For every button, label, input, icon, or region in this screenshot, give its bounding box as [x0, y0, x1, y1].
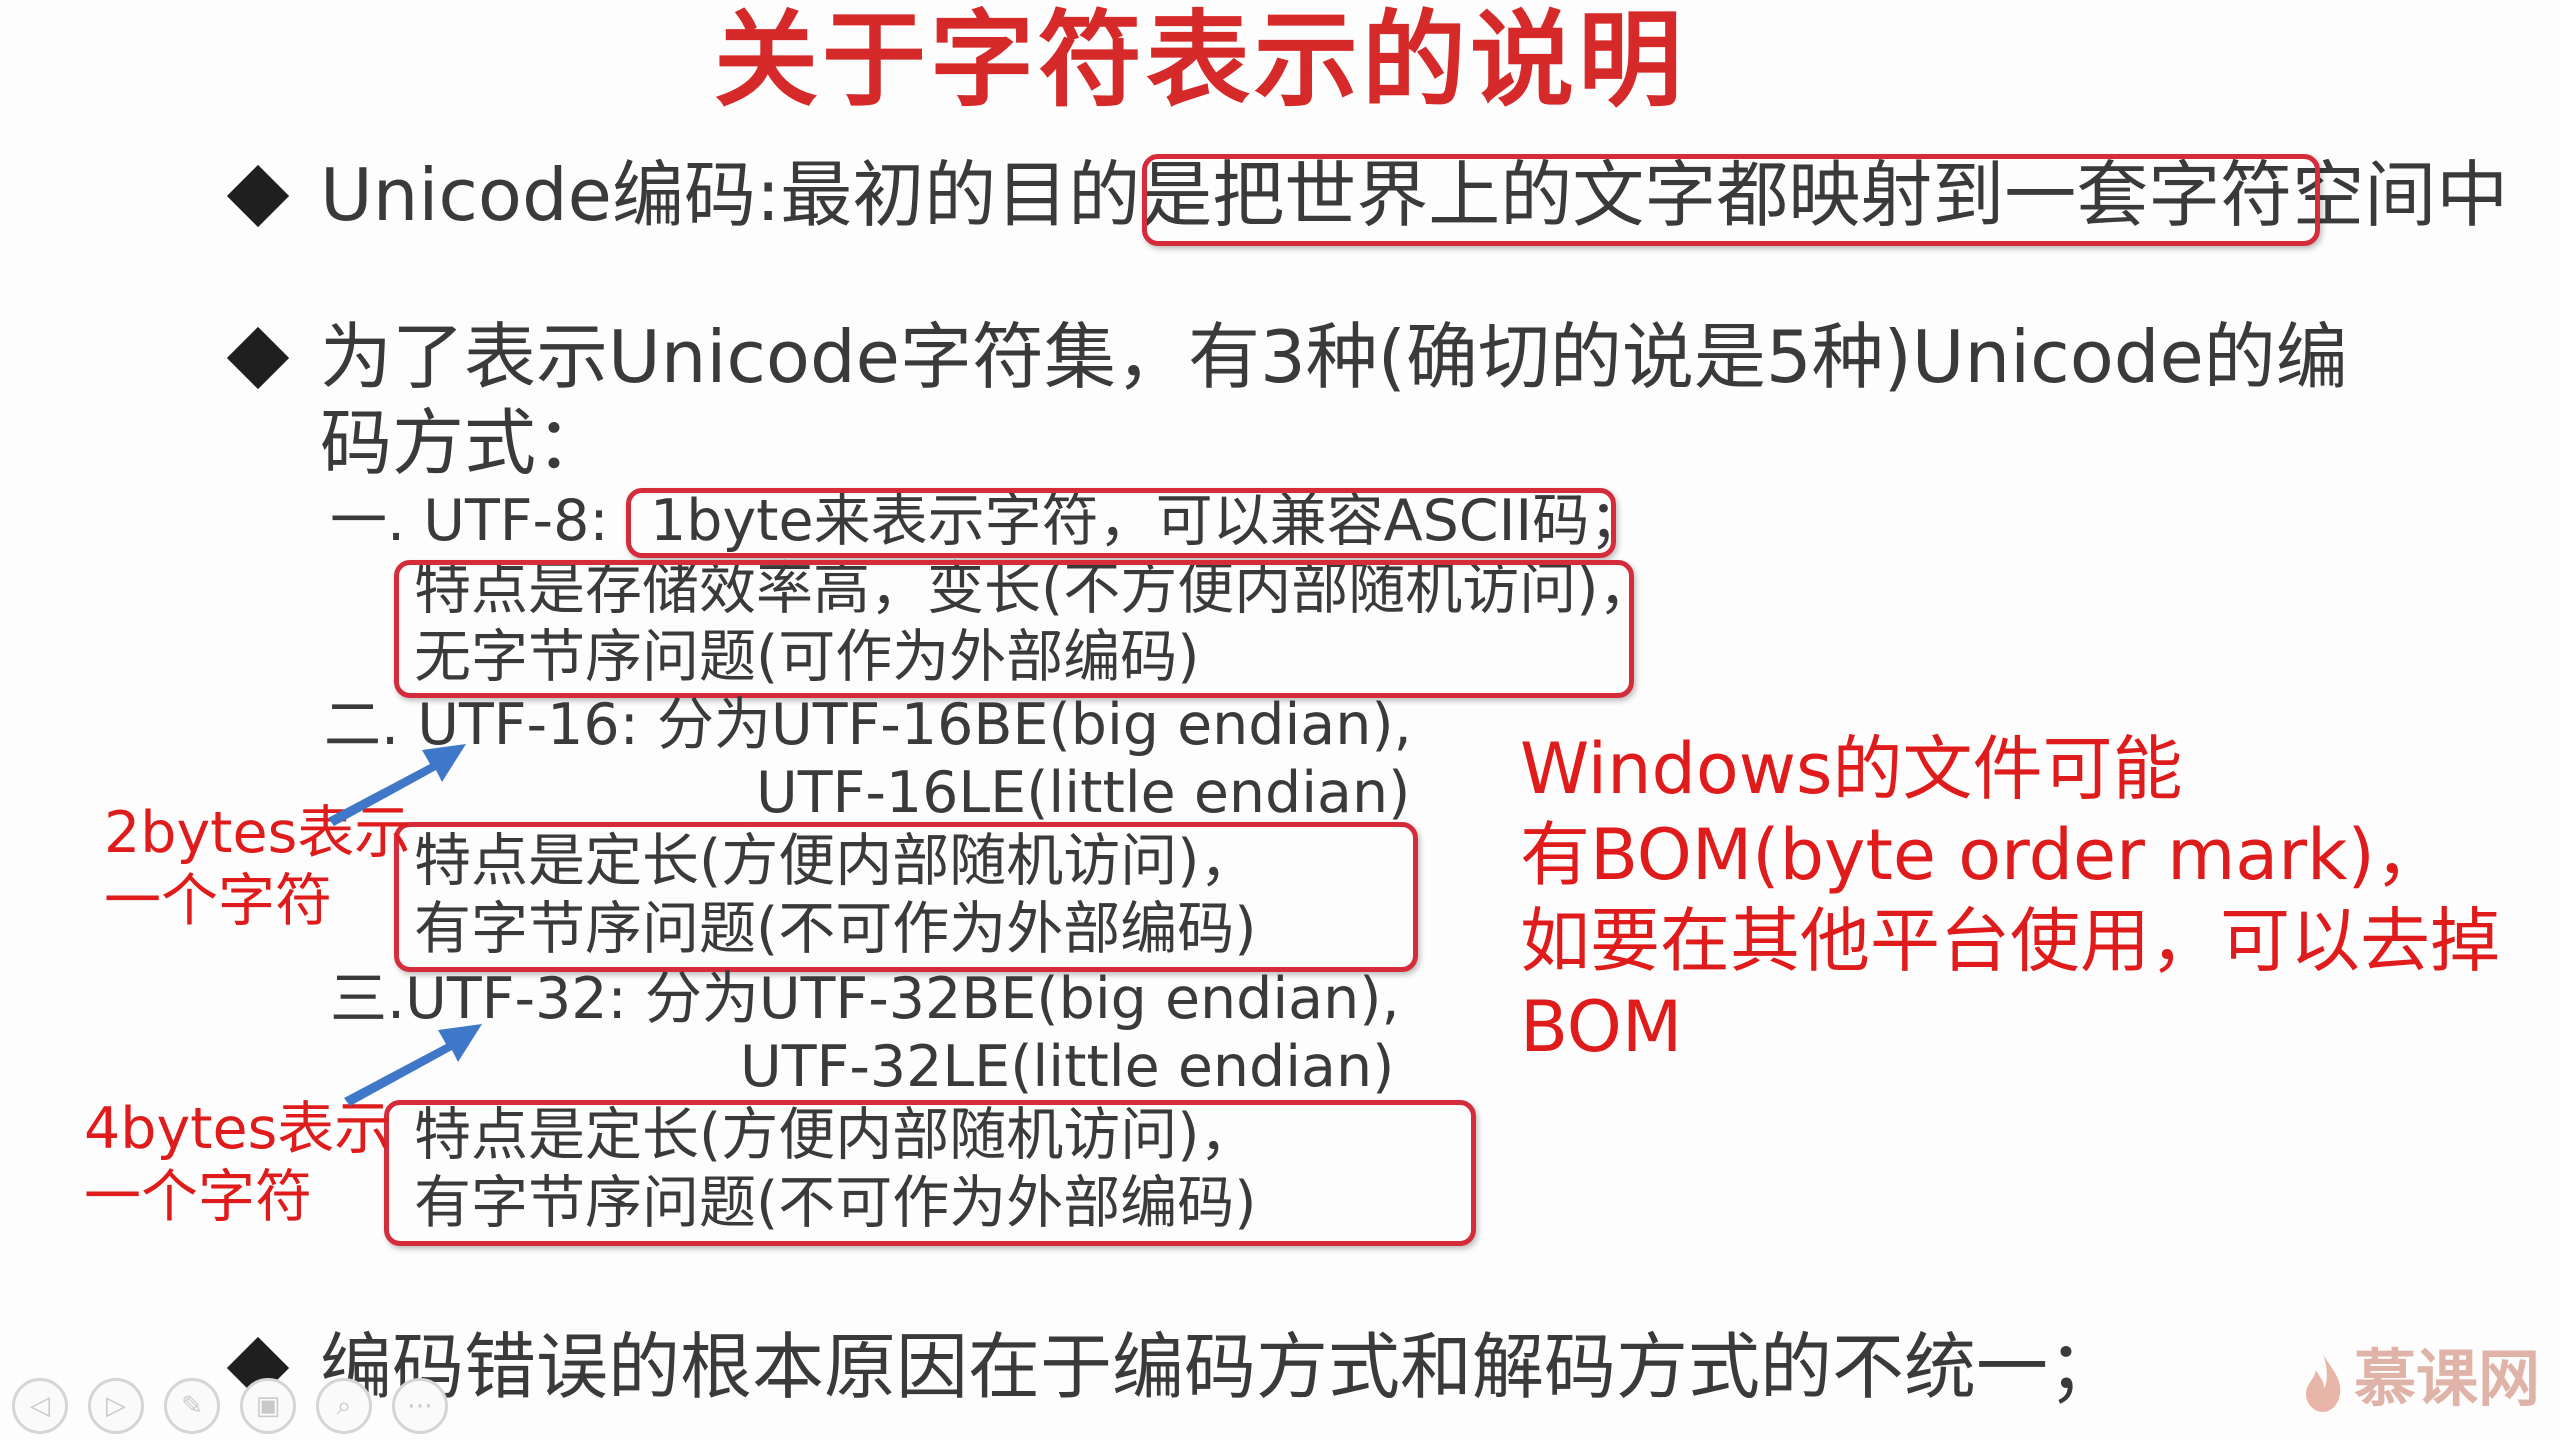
bullet-marker	[226, 164, 290, 228]
bullet-conclusion: 编码错误的根本原因在于编码方式和解码方式的不统一；	[320, 1325, 2121, 1409]
flame-icon	[2305, 1353, 2341, 1412]
utf32-label: 三.UTF-32: 分为UTF-32BE(big endian),	[330, 966, 1400, 1032]
utf32-label-le: UTF-32LE(little endian)	[740, 1034, 1395, 1100]
zoom-icon[interactable]: ⌕	[316, 1378, 372, 1434]
back-icon[interactable]: ◁	[12, 1378, 68, 1434]
bom-note-line2: 有BOM(byte order mark)，	[1520, 814, 2445, 896]
slides-icon[interactable]: ▣	[240, 1378, 296, 1434]
logo: 慕课网	[2302, 1328, 2540, 1418]
utf16-side-note-line2: 一个字符	[104, 868, 332, 934]
pen-icon[interactable]: ✎	[164, 1378, 220, 1434]
bom-note-line3: 如要在其他平台使用，可以去掉	[1520, 900, 2500, 982]
arrow-icon	[328, 744, 466, 826]
bullet-encodings-line1: 为了表示Unicode字符集，有3种(确切的说是5种)Unicode的编	[320, 315, 2348, 399]
utf16-label-le: UTF-16LE(little endian)	[756, 760, 1411, 826]
bom-note-line4: BOM	[1520, 986, 1683, 1068]
highlight-box-utf8	[626, 488, 1616, 558]
utf8-label: 一. UTF-8:	[330, 488, 609, 554]
note-box-utf8	[394, 560, 1634, 698]
logo-text: 慕课网	[2353, 1342, 2540, 1415]
bom-note: Windows的文件可能 有BOM(byte order mark)， 如要在其…	[1520, 726, 2500, 1070]
bullet-unicode-prefix: Unicode编码:最初的目的是	[320, 153, 1213, 237]
note-box-utf16	[394, 822, 1418, 972]
utf16-label: 二. UTF-16: 分为UTF-16BE(big endian),	[324, 692, 1412, 758]
bullet-encodings-line2: 码方式：	[320, 401, 609, 485]
highlight-box-unicode	[1142, 154, 2320, 246]
page-title: 关于字符表示的说明	[713, 0, 1686, 121]
arrow-icon	[344, 1024, 482, 1106]
bom-note-line1: Windows的文件可能	[1520, 728, 2183, 810]
more-icon[interactable]: ⋯	[392, 1378, 448, 1434]
bullet-marker	[226, 326, 290, 390]
note-box-utf32	[384, 1100, 1476, 1246]
forward-icon[interactable]: ▷	[88, 1378, 144, 1434]
utf32-side-note-line2: 一个字符	[84, 1164, 312, 1230]
